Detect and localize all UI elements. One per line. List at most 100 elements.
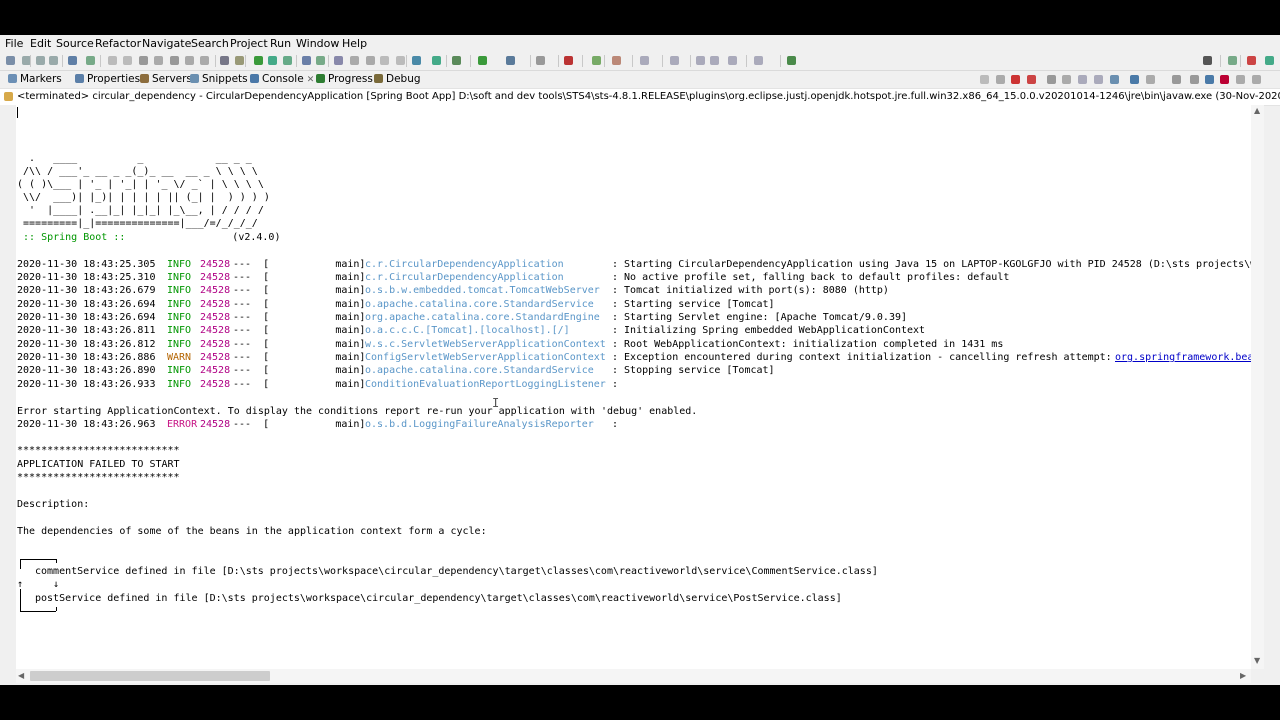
view-toolbar-icon-1[interactable] <box>996 75 1005 84</box>
scroll-down-arrow-icon[interactable]: ▼ <box>1254 656 1260 665</box>
toolbar-icon-8[interactable] <box>139 56 148 65</box>
toolbar-icon-30[interactable] <box>536 56 545 65</box>
toolbar-icon-15[interactable] <box>254 56 263 65</box>
view-toolbar-icon-7[interactable] <box>1094 75 1103 84</box>
toolbar-icon-12[interactable] <box>200 56 209 65</box>
horizontal-scroll-thumb[interactable] <box>30 671 270 681</box>
vertical-scrollbar[interactable]: ▲ ▼ <box>1251 105 1264 669</box>
tab-progress[interactable]: Progress <box>316 73 373 85</box>
log-line: 2020-11-30 18:43:25.310 INFO 24528 --- [ ma… <box>17 272 1251 284</box>
toolbar-icon-25[interactable] <box>412 56 421 65</box>
toolbar-icon-27[interactable] <box>452 56 461 65</box>
log-timestamp: 2020-11-30 18:43:25.310 <box>17 272 156 283</box>
tab-servers[interactable]: Servers <box>140 73 192 85</box>
view-toolbar-icon-10[interactable] <box>1146 75 1155 84</box>
toolbar-icon-44[interactable] <box>1265 56 1274 65</box>
view-toolbar-icon-9[interactable] <box>1130 75 1139 84</box>
toolbar-icon-38[interactable] <box>728 56 737 65</box>
view-toolbar-icon-11[interactable] <box>1172 75 1181 84</box>
toolbar-icon-4[interactable] <box>68 56 77 65</box>
tab-console[interactable]: Console ✕ <box>250 73 314 85</box>
view-toolbar-icon-16[interactable] <box>1252 75 1261 84</box>
menu-navigate[interactable]: Navigate <box>142 37 191 50</box>
toolbar-icon-35[interactable] <box>670 56 679 65</box>
toolbar-icon-10[interactable] <box>170 56 179 65</box>
menu-run[interactable]: Run <box>270 37 291 50</box>
log-line: 2020-11-30 18:43:26.886 WARN 24528 --- [ ma… <box>17 352 1251 364</box>
view-toolbar-icon-2[interactable] <box>1011 75 1020 84</box>
tab-properties[interactable]: Properties <box>75 73 140 85</box>
close-tab-icon[interactable]: ✕ <box>307 75 315 85</box>
toolbar-icon-9[interactable] <box>154 56 163 65</box>
menu-file[interactable]: File <box>5 37 23 50</box>
log-thread: --- [ main] <box>233 379 366 390</box>
toolbar-icon-31[interactable] <box>564 56 573 65</box>
toolbar-icon-32[interactable] <box>592 56 601 65</box>
log-logger: o.s.b.w.embedded.tomcat.TomcatWebServer <box>365 285 600 296</box>
toolbar-icon-41[interactable] <box>1203 56 1212 65</box>
console-output[interactable]: . ____ _ __ _ _ /\\ / ___'_ __ _ _(_)_ _… <box>16 105 1251 669</box>
toolbar-icon-42[interactable] <box>1228 56 1237 65</box>
scroll-left-arrow-icon[interactable]: ◀ <box>18 671 24 680</box>
view-toolbar-icon-6[interactable] <box>1078 75 1087 84</box>
view-toolbar-icon-3[interactable] <box>1027 75 1036 84</box>
horizontal-scrollbar[interactable]: ◀ ▶ <box>16 669 1251 683</box>
toolbar-icon-19[interactable] <box>316 56 325 65</box>
view-toolbar-icon-4[interactable] <box>1047 75 1056 84</box>
view-toolbar-icon-5[interactable] <box>1062 75 1071 84</box>
toolbar-icon-7[interactable] <box>123 56 132 65</box>
toolbar-icon-36[interactable] <box>696 56 705 65</box>
toolbar-icon-22[interactable] <box>366 56 375 65</box>
tab-snippets[interactable]: Snippets <box>190 73 248 85</box>
menu-project[interactable]: Project <box>230 37 268 50</box>
toolbar-icon-6[interactable] <box>108 56 117 65</box>
toolbar-icon-5[interactable] <box>86 56 95 65</box>
log-thread: --- [ main] <box>233 339 366 350</box>
view-toolbar-icon-12[interactable] <box>1190 75 1199 84</box>
toolbar-icon-2[interactable] <box>36 56 45 65</box>
toolbar-icon-28[interactable] <box>478 56 487 65</box>
toolbar-icon-23[interactable] <box>380 56 389 65</box>
view-toolbar-icon-8[interactable] <box>1110 75 1119 84</box>
toolbar-icon-16[interactable] <box>268 56 277 65</box>
toolbar-icon-24[interactable] <box>396 56 405 65</box>
toolbar-icon-11[interactable] <box>185 56 194 65</box>
log-level: INFO <box>167 365 192 376</box>
toolbar-icon-26[interactable] <box>432 56 441 65</box>
toolbar-icon-17[interactable] <box>283 56 292 65</box>
toolbar-icon-0[interactable] <box>6 56 15 65</box>
toolbar-icon-29[interactable] <box>506 56 515 65</box>
menu-refactor[interactable]: Refactor <box>95 37 141 50</box>
console-icon <box>250 74 259 83</box>
toolbar-icon-40[interactable] <box>787 56 796 65</box>
menu-help[interactable]: Help <box>342 37 367 50</box>
view-toolbar-icon-13[interactable] <box>1205 75 1214 84</box>
tab-debug[interactable]: Debug <box>374 73 421 85</box>
tab-markers[interactable]: Markers <box>8 73 62 85</box>
toolbar-icon-34[interactable] <box>640 56 649 65</box>
toolbar-icon-3[interactable] <box>49 56 58 65</box>
toolbar-separator <box>662 55 663 67</box>
toolbar-icon-39[interactable] <box>754 56 763 65</box>
toolbar-icon-43[interactable] <box>1247 56 1256 65</box>
menu-window[interactable]: Window <box>296 37 339 50</box>
toolbar-icon-20[interactable] <box>334 56 343 65</box>
scroll-right-arrow-icon[interactable]: ▶ <box>1240 671 1246 680</box>
toolbar-icon-14[interactable] <box>235 56 244 65</box>
toolbar-icon-37[interactable] <box>710 56 719 65</box>
menu-search[interactable]: Search <box>191 37 229 50</box>
log-line: 2020-11-30 18:43:26.679 INFO 24528 --- [ ma… <box>17 285 1251 297</box>
toolbar-icon-18[interactable] <box>302 56 311 65</box>
toolbar-icon-33[interactable] <box>612 56 621 65</box>
menu-source[interactable]: Source <box>56 37 94 50</box>
exception-link[interactable]: org.springframework.bea <box>1115 352 1251 364</box>
view-toolbar-icon-14[interactable] <box>1220 75 1229 84</box>
stars-separator: *************************** <box>17 445 180 456</box>
toolbar-icon-13[interactable] <box>220 56 229 65</box>
view-toolbar-icon-0[interactable] <box>980 75 989 84</box>
log-thread: --- [ main] <box>233 285 366 296</box>
scroll-up-arrow-icon[interactable]: ▲ <box>1254 106 1260 115</box>
toolbar-icon-21[interactable] <box>350 56 359 65</box>
view-toolbar-icon-15[interactable] <box>1236 75 1245 84</box>
menu-edit[interactable]: Edit <box>30 37 51 50</box>
